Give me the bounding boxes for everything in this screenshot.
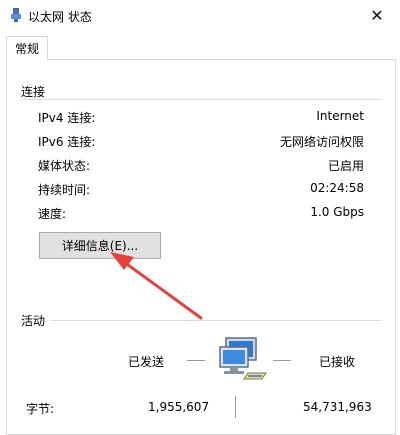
- duration-label: 持续时间:: [38, 183, 91, 197]
- details-button[interactable]: 详细信息(E)...: [39, 232, 161, 259]
- ipv6-label: IPv6 连接:: [38, 135, 96, 149]
- ipv4-label: IPv4 连接:: [38, 111, 96, 125]
- tab-general[interactable]: 常规: [6, 36, 48, 60]
- activity-heading: 活动: [21, 314, 46, 328]
- divider: [51, 320, 381, 321]
- network-adapter-icon: [11, 8, 21, 22]
- tab-strip: 常规: [0, 34, 400, 60]
- network-computer-icon: [219, 337, 267, 380]
- speed-value: 1.0 Gbps: [310, 205, 364, 219]
- bytes-label: 字节:: [26, 402, 55, 416]
- divider: [21, 99, 381, 100]
- bytes-sent-value: 1,955,607: [148, 400, 210, 414]
- media-status-value: 已启用: [327, 159, 364, 173]
- duration-value: 02:24:58: [310, 181, 364, 195]
- close-button[interactable]: ✕: [354, 0, 400, 30]
- close-icon: ✕: [370, 5, 384, 25]
- window-title: 以太网 状态: [28, 10, 92, 24]
- received-dash: [273, 360, 291, 361]
- bytes-received-value: 54,731,963: [303, 400, 372, 414]
- title-bar: 以太网 状态 ✕: [0, 0, 400, 30]
- sent-label: 已发送: [128, 355, 165, 369]
- ipv6-value: 无网络访问权限: [279, 135, 364, 149]
- bytes-separator: [235, 396, 236, 418]
- connection-heading: 连接: [21, 85, 46, 99]
- media-status-label: 媒体状态:: [38, 159, 91, 173]
- ipv4-value: Internet: [316, 109, 364, 123]
- sent-dash: [187, 360, 205, 361]
- received-label: 已接收: [319, 355, 356, 369]
- speed-label: 速度:: [38, 207, 67, 221]
- general-panel: 连接 IPv4 连接: Internet IPv6 连接: 无网络访问权限 媒体…: [6, 59, 396, 435]
